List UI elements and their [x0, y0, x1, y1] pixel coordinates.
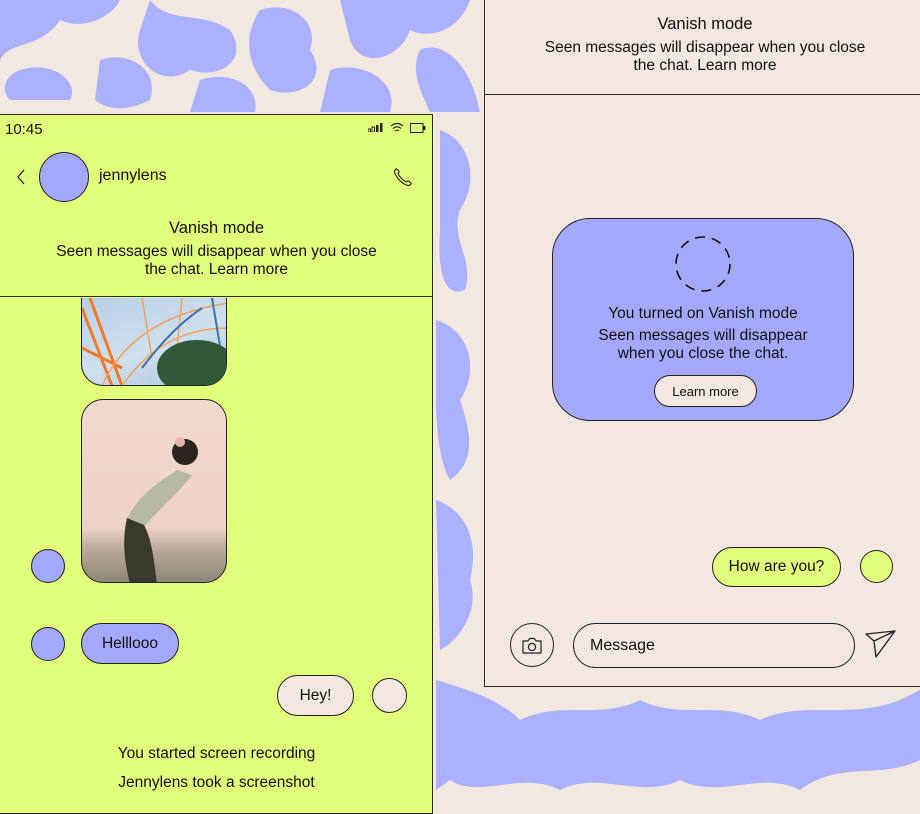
send-icon[interactable] [865, 629, 897, 659]
dashed-circle-icon [675, 236, 731, 292]
right-chat-screen: Vanish mode Seen messages will disappear… [484, 0, 920, 687]
vanish-mode-desc-line1: Seen messages will disappear when you cl… [544, 39, 866, 56]
message-input[interactable] [573, 623, 855, 668]
status-time: 10:45 [5, 121, 43, 138]
message-bubble-sent[interactable]: Hey! [277, 675, 354, 716]
vanish-card-desc-line2: when you close the chat. [617, 345, 789, 362]
vanish-card-description: Seen messages will disappear when you cl… [553, 327, 853, 363]
vanish-mode-banner: Vanish mode Seen messages will disappear… [0, 219, 432, 279]
contact-avatar-small[interactable] [31, 627, 65, 661]
person-photo[interactable] [81, 399, 227, 583]
header-divider [485, 94, 920, 95]
system-message-screenshot: Jennylens took a screenshot [118, 774, 315, 791]
battery-icon [410, 122, 426, 133]
vanish-card-title: You turned on Vanish mode [608, 305, 798, 322]
camera-button[interactable] [510, 623, 554, 667]
phone-icon[interactable] [392, 166, 414, 188]
my-avatar-small[interactable] [860, 550, 893, 583]
wifi-icon [390, 122, 404, 132]
left-chat-screen: 10:45 jennylens Vanish mode Seen message… [0, 114, 433, 814]
contact-avatar[interactable] [39, 152, 89, 202]
vanish-mode-title: Vanish mode [657, 15, 753, 33]
status-icons [368, 122, 426, 133]
vanish-mode-desc-line1: Seen messages will disappear when you cl… [56, 243, 377, 260]
vanish-mode-learn-more-link[interactable]: the chat. Learn more [485, 57, 920, 75]
ferris-wheel-photo[interactable] [81, 298, 227, 386]
system-message-screen-recording: You started screen recording [117, 745, 316, 762]
camera-icon [522, 637, 542, 654]
vanish-card-desc-line1: Seen messages will disappear [598, 327, 808, 344]
contact-username[interactable]: jennylens [99, 167, 167, 185]
my-avatar-small[interactable] [372, 678, 407, 713]
vanish-mode-card: You turned on Vanish mode Seen messages … [552, 218, 854, 421]
vanish-mode-banner: Vanish mode Seen messages will disappear… [485, 15, 920, 75]
contact-avatar-small[interactable] [31, 549, 65, 583]
vanish-mode-title: Vanish mode [168, 219, 265, 237]
back-chevron-icon[interactable] [15, 167, 29, 187]
header-divider [0, 296, 432, 297]
learn-more-button[interactable]: Learn more [654, 375, 757, 407]
vanish-mode-learn-more-link[interactable]: the chat. Learn more [0, 261, 432, 279]
message-bubble-received[interactable]: Helllooo [81, 623, 179, 664]
message-bubble-sent[interactable]: How are you? [712, 547, 841, 587]
signal-icon [368, 123, 383, 132]
